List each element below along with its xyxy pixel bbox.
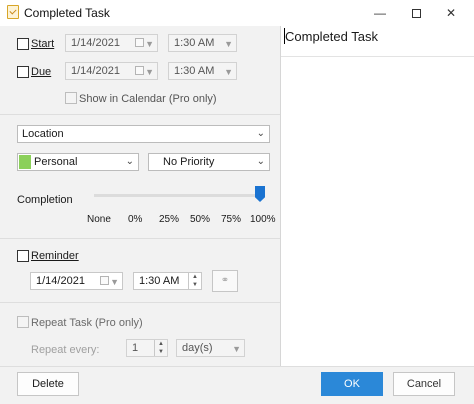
chevron-down-icon: ⌄: [125, 156, 134, 167]
repeat-count-spinner[interactable]: ▲ ▼: [154, 340, 167, 356]
completion-tick-label: 0%: [128, 214, 143, 225]
due-label: Due: [31, 66, 52, 78]
reminder-sound-button[interactable]: ⚭: [212, 270, 238, 292]
title-bar: Completed Task — ✕: [0, 0, 474, 26]
repeat-unit-dropdown[interactable]: day(s) ▼: [176, 339, 245, 357]
location-field[interactable]: Location ⌄: [17, 125, 270, 143]
start-checkbox[interactable]: [17, 38, 29, 50]
divider: [0, 114, 280, 115]
chevron-down-icon: ▼: [145, 67, 154, 77]
start-date-field[interactable]: 1/14/2021 ▼: [65, 34, 158, 52]
start-time-field[interactable]: 1:30 AM ▼: [168, 34, 237, 52]
reminder-date-field[interactable]: 1/14/2021 ▼: [30, 272, 123, 290]
calendar-icon: [135, 66, 144, 75]
start-label: Start: [31, 38, 55, 50]
calendar-icon: [135, 38, 144, 47]
due-time-field[interactable]: 1:30 AM ▼: [168, 62, 237, 80]
maximize-icon: [411, 9, 421, 19]
repeat-every-label: Repeat every:: [31, 344, 100, 356]
category-color-swatch: [19, 155, 31, 169]
time-spinner[interactable]: ▲ ▼: [188, 273, 201, 289]
divider: [0, 302, 280, 303]
due-checkbox[interactable]: [17, 66, 29, 78]
reminder-checkbox[interactable]: [17, 250, 29, 262]
notes-divider: [281, 56, 474, 57]
completion-tick-label: 25%: [159, 214, 180, 225]
repeat-task-checkbox[interactable]: [17, 316, 29, 328]
delete-button[interactable]: Delete: [17, 372, 79, 396]
due-date-field[interactable]: 1/14/2021 ▼: [65, 62, 158, 80]
close-button[interactable]: ✕: [436, 3, 466, 23]
window-title: Completed Task: [24, 6, 110, 20]
show-in-calendar-checkbox[interactable]: [65, 92, 77, 104]
category-dropdown[interactable]: Personal ⌄: [17, 153, 139, 171]
repeat-task-label: Repeat Task (Pro only): [31, 317, 143, 329]
reminder-time-field[interactable]: 1:30 AM ▲ ▼: [133, 272, 202, 290]
chevron-down-icon: ▼: [224, 39, 233, 49]
priority-dropdown[interactable]: No Priority ⌄: [148, 153, 270, 171]
divider: [0, 238, 280, 239]
watermark-logo: [355, 371, 455, 399]
chevron-down-icon: ▼: [110, 277, 119, 287]
notes-title: Completed Task: [285, 29, 378, 44]
chevron-down-icon: ⌄: [256, 128, 265, 139]
minimize-button[interactable]: —: [365, 3, 395, 23]
calendar-icon: [100, 276, 109, 285]
chevron-down-icon: ▼: [224, 67, 233, 77]
show-in-calendar-label: Show in Calendar (Pro only): [79, 93, 217, 105]
task-icon: [7, 5, 19, 19]
reminder-label: Reminder: [31, 250, 79, 262]
completion-tick-label: None: [87, 214, 111, 225]
maximize-button[interactable]: [401, 3, 431, 23]
completion-tick-label: 100%: [250, 214, 276, 225]
notes-pane[interactable]: Completed Task: [280, 26, 474, 366]
chevron-down-icon: ▼: [145, 39, 154, 49]
chevron-down-icon: ⌄: [256, 156, 265, 167]
link-icon: ⚭: [220, 275, 230, 286]
completion-tick-label: 75%: [221, 214, 242, 225]
completion-label: Completion: [17, 194, 73, 206]
completion-slider-track[interactable]: [94, 194, 264, 197]
chevron-down-icon: ▼: [232, 344, 241, 354]
completion-tick-label: 50%: [190, 214, 211, 225]
repeat-count-field[interactable]: 1 ▲ ▼: [126, 339, 168, 357]
